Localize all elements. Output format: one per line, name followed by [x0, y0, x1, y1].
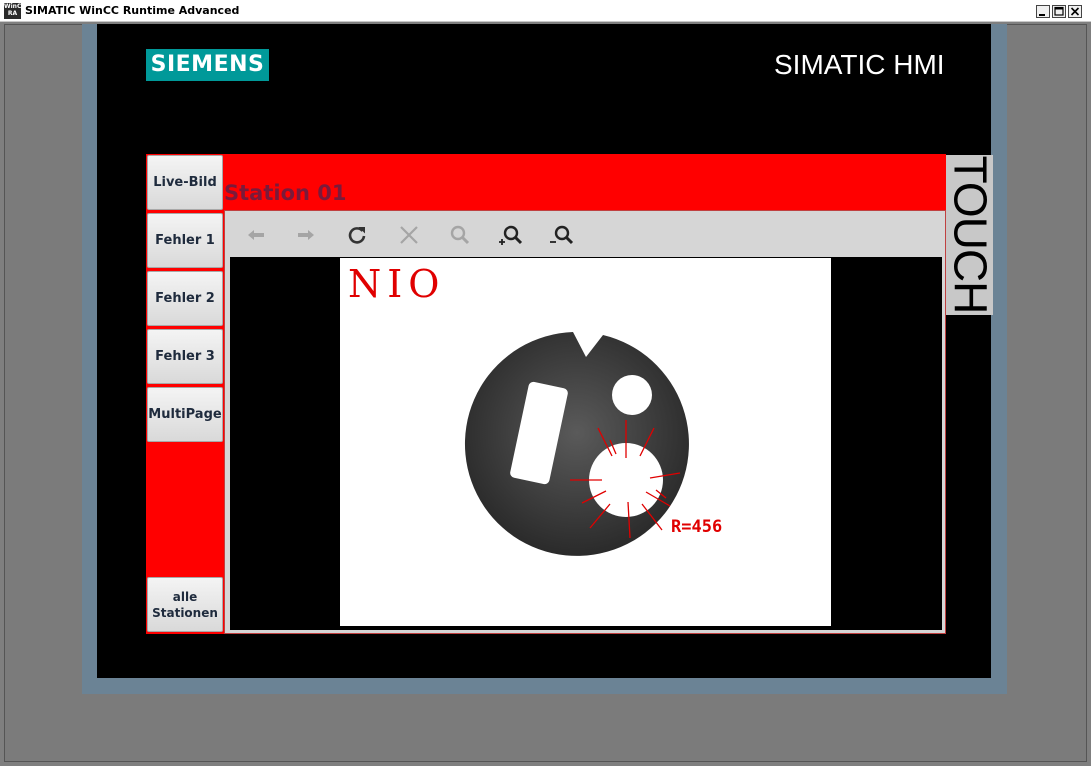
nav-button-live-bild[interactable]: Live-Bild	[147, 155, 223, 210]
stop-icon[interactable]	[396, 222, 422, 248]
minimize-icon	[1039, 14, 1045, 16]
touch-label: TOUCH	[946, 155, 993, 315]
zoom-out-icon[interactable]	[548, 222, 574, 248]
maximize-button[interactable]	[1052, 5, 1066, 18]
forward-icon[interactable]	[293, 222, 319, 248]
nav-button-multipage[interactable]: MultiPage	[147, 387, 223, 442]
nav-button-alle-stationen[interactable]: alle Stationen	[147, 577, 223, 632]
inspection-result-label: NIO	[348, 262, 446, 306]
nav-button-fehler-1[interactable]: Fehler 1	[147, 213, 223, 268]
inspection-image: NIO R=456	[340, 258, 831, 626]
refresh-icon[interactable]	[344, 222, 370, 248]
window-titlebar: WinCC RA SIMATIC WinCC Runtime Advanced	[0, 0, 1091, 22]
zoom-in-icon[interactable]	[497, 222, 523, 248]
browser-toolbar	[230, 214, 942, 256]
minimize-button[interactable]	[1036, 5, 1050, 18]
wincc-app-icon: WinCC RA	[4, 3, 26, 19]
maximize-icon	[1054, 6, 1064, 16]
close-button[interactable]	[1068, 5, 1082, 18]
siemens-logo: SIEMENS	[146, 49, 269, 81]
nav-button-fehler-2[interactable]: Fehler 2	[147, 271, 223, 326]
part-graphic	[464, 332, 689, 556]
radius-label: R=456	[671, 517, 723, 537]
station-title: Station 01	[224, 181, 347, 205]
hmi-title: SIMATIC HMI	[774, 49, 945, 80]
close-icon	[1070, 7, 1080, 16]
nav-button-fehler-3[interactable]: Fehler 3	[147, 329, 223, 384]
back-icon[interactable]	[243, 222, 269, 248]
window-title: SIMATIC WinCC Runtime Advanced	[25, 4, 240, 17]
search-icon[interactable]	[447, 222, 473, 248]
